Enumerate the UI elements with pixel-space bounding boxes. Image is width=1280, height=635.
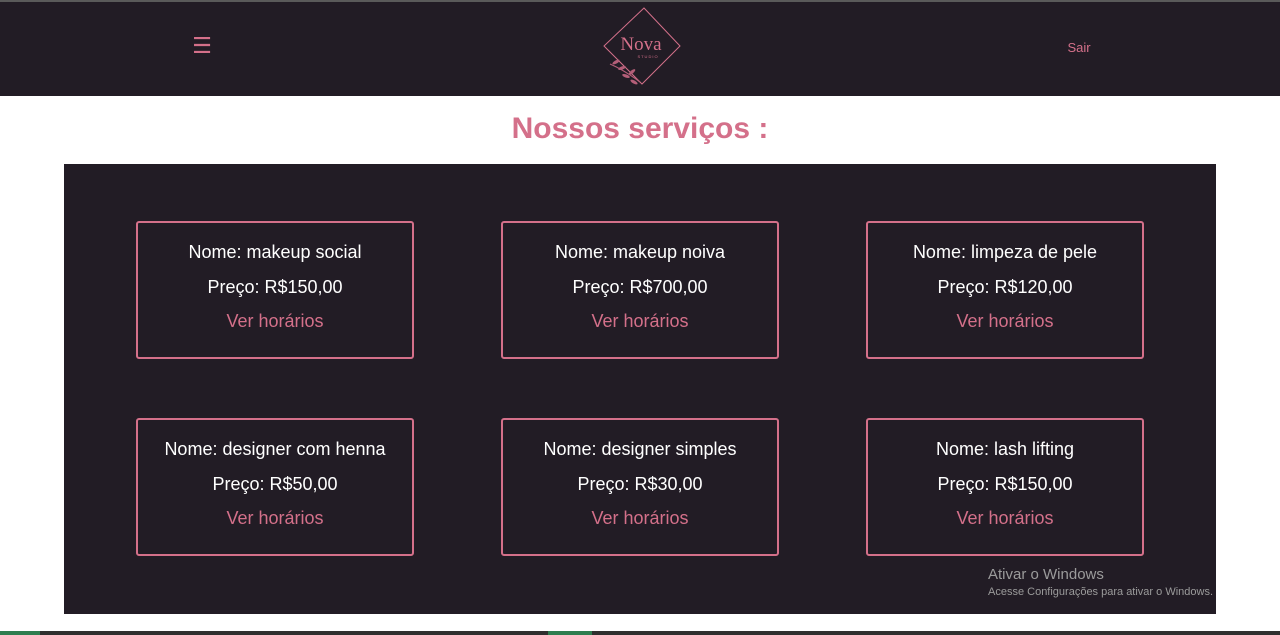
service-card: Nome: lash lifting Preço: R$150,00 Ver h…	[866, 418, 1144, 556]
service-card: Nome: designer com henna Preço: R$50,00 …	[136, 418, 414, 556]
nova-logo[interactable]: Nova STUDIO	[596, 4, 686, 90]
service-name: Nome: limpeza de pele	[912, 242, 1098, 262]
page-title: Nossos serviços :	[511, 112, 769, 145]
ver-horarios-link[interactable]: Ver horários	[138, 508, 412, 529]
services-panel: Nome: makeup social Preço: R$150,00 Ver …	[64, 164, 1216, 614]
taskbar-edge	[0, 631, 1280, 635]
ver-horarios-link[interactable]: Ver horários	[868, 508, 1142, 529]
windows-activation-watermark: Ativar o Windows Acesse Configurações pa…	[988, 566, 1248, 606]
logout-link[interactable]: Sair	[1056, 40, 1102, 58]
logo-text: Nova	[620, 34, 662, 55]
logo-graphic: Nova STUDIO	[603, 7, 681, 85]
ver-horarios-link[interactable]: Ver horários	[868, 311, 1142, 332]
service-name: Nome: lash lifting	[935, 439, 1075, 459]
ver-horarios-link[interactable]: Ver horários	[503, 311, 777, 332]
service-name: Nome: makeup noiva	[554, 242, 726, 262]
service-name: Nome: designer com henna	[164, 439, 386, 459]
hamburger-menu-icon[interactable]: ☰	[190, 36, 214, 58]
ver-horarios-link[interactable]: Ver horários	[503, 508, 777, 529]
watermark-title: Ativar o Windows	[988, 566, 1104, 583]
service-price: Preço: R$700,00	[572, 277, 708, 297]
site-header: ☰ Nova STUDIO Sair	[0, 2, 1280, 96]
logo-subtext: STUDIO	[637, 54, 658, 59]
service-card: Nome: designer simples Preço: R$30,00 Ve…	[501, 418, 779, 556]
service-card: Nome: limpeza de pele Preço: R$120,00 Ve…	[866, 221, 1144, 359]
taskbar-indicator	[0, 631, 40, 635]
service-name: Nome: designer simples	[543, 439, 737, 459]
service-price: Preço: R$50,00	[212, 474, 338, 494]
service-card: Nome: makeup noiva Preço: R$700,00 Ver h…	[501, 221, 779, 359]
service-name: Nome: makeup social	[188, 242, 362, 262]
watermark-subtitle: Acesse Configurações para ativar o Windo…	[988, 586, 1213, 598]
service-price: Preço: R$150,00	[937, 474, 1073, 494]
ver-horarios-link[interactable]: Ver horários	[138, 311, 412, 332]
service-price: Preço: R$120,00	[937, 277, 1073, 297]
service-price: Preço: R$150,00	[207, 277, 343, 297]
taskbar-indicator	[548, 631, 592, 635]
service-card: Nome: makeup social Preço: R$150,00 Ver …	[136, 221, 414, 359]
service-price: Preço: R$30,00	[577, 474, 703, 494]
